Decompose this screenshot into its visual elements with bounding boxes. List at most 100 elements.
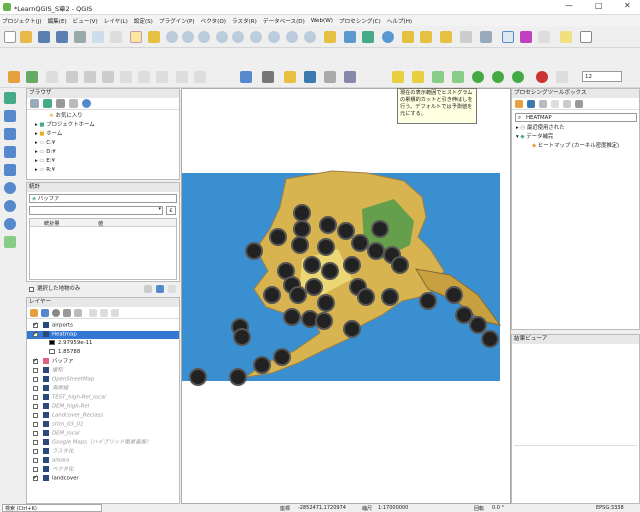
browser-item-project-home[interactable]: ▸ ■ プロジェクトホーム <box>35 122 95 129</box>
python-console-icon[interactable] <box>284 71 296 83</box>
add-vector-icon[interactable] <box>26 71 38 83</box>
collapse-all-icon[interactable] <box>69 99 78 108</box>
menu-layer[interactable]: レイヤ(L) <box>104 17 128 25</box>
snapping-icon[interactable] <box>556 71 568 83</box>
layer-item[interactable]: 海岸線 <box>27 385 179 393</box>
layer-visibility-checkbox[interactable] <box>33 422 38 427</box>
expression-button[interactable]: ε <box>166 206 176 215</box>
results-icon[interactable] <box>551 100 559 108</box>
options-icon[interactable] <box>575 100 583 108</box>
new-project-icon[interactable] <box>4 31 16 43</box>
text-annotation-icon[interactable] <box>580 31 592 43</box>
layer-visibility-checkbox[interactable] <box>33 386 38 391</box>
copy-features-icon[interactable] <box>138 71 150 83</box>
coordinate-value[interactable]: -2852471,1720974 <box>298 505 346 511</box>
layer-visibility-checkbox[interactable] <box>33 467 38 472</box>
selected-only-checkbox[interactable] <box>29 287 34 292</box>
menu-edit[interactable]: 編集(E) <box>48 17 67 25</box>
layer-visibility-checkbox[interactable] <box>33 368 38 373</box>
histogram-stretch-icon[interactable] <box>392 71 404 83</box>
add-wms-icon[interactable] <box>4 182 16 194</box>
add-wfs-icon[interactable] <box>4 200 16 212</box>
plugin-green2-icon[interactable] <box>492 71 504 83</box>
map-canvas[interactable] <box>181 88 511 504</box>
menu-project[interactable]: プロジェクト(J) <box>2 17 42 25</box>
undo-icon[interactable] <box>176 71 188 83</box>
zoom-spinbox[interactable]: 12 <box>582 71 622 82</box>
raster-calculator-icon[interactable] <box>324 71 336 83</box>
layer-item[interactable]: srtm_03_01 <box>27 421 179 429</box>
add-spatialite-icon[interactable] <box>4 146 16 158</box>
add-delimited-icon[interactable] <box>4 128 16 140</box>
layer-visibility-checkbox[interactable] <box>33 377 38 382</box>
browser-item-d[interactable]: ▸ ▭ D:¥ <box>35 149 56 156</box>
processing-toolbox-icon[interactable] <box>502 31 514 43</box>
layer-visibility-checkbox[interactable] <box>33 431 38 436</box>
redo-icon[interactable] <box>194 71 206 83</box>
epsg-label[interactable]: EPSG:3338 <box>596 505 624 511</box>
add-point-icon[interactable] <box>66 71 78 83</box>
add-postgis-icon[interactable] <box>4 164 16 176</box>
browser-item-c[interactable]: ▸ ▭ C:¥ <box>35 140 55 147</box>
zoom-native-icon[interactable] <box>268 31 280 43</box>
zoom-next-icon[interactable] <box>304 31 316 43</box>
layer-visibility-checkbox[interactable] <box>33 413 38 418</box>
add-layer-icon[interactable] <box>4 92 16 104</box>
processing-search-input[interactable]: ⌕ HEATMAP <box>515 113 637 122</box>
menu-processing[interactable]: プロセシング(C) <box>339 17 381 25</box>
menu-raster[interactable]: ラスタ(R) <box>232 17 257 25</box>
georeferencer-icon[interactable] <box>262 71 274 83</box>
layer-item[interactable]: ラスタ化 <box>27 448 179 456</box>
python-plugin-icon[interactable] <box>304 71 316 83</box>
plugin-green3-icon[interactable] <box>512 71 524 83</box>
legend-item[interactable]: 1.85788 <box>27 349 179 356</box>
save-as-icon[interactable] <box>56 31 68 43</box>
cut-features-icon[interactable] <box>120 71 132 83</box>
layer-item[interactable]: landcover <box>27 474 179 483</box>
menu-plugins[interactable]: プラグイン(P) <box>159 17 195 25</box>
contrast-icon[interactable] <box>452 71 464 83</box>
field-calculator-icon[interactable] <box>480 31 492 43</box>
select-by-value-icon[interactable] <box>420 31 432 43</box>
stats-field-select[interactable]: ▾ <box>29 206 163 215</box>
layer-item[interactable]: ベクタ化 <box>27 466 179 474</box>
layer-item[interactable]: Google Maps（ハイブリッド衛星画像） <box>27 439 179 447</box>
processing-group-interpolation[interactable]: ▾ ◆ データ補完 <box>516 134 553 141</box>
statistics-summary-icon[interactable] <box>520 31 532 43</box>
browser-item-e[interactable]: ▸ ▭ E:¥ <box>35 158 55 165</box>
layer-item[interactable]: DEM_local <box>27 430 179 438</box>
local-stretch-icon[interactable] <box>412 71 424 83</box>
add-raster-icon[interactable] <box>4 110 16 122</box>
digitize-icon[interactable] <box>46 71 58 83</box>
layer-styling-icon[interactable] <box>30 309 38 317</box>
select-feature-icon[interactable] <box>402 31 414 43</box>
print-layout-icon[interactable] <box>74 31 86 43</box>
open-project-icon[interactable] <box>20 31 32 43</box>
menu-vector[interactable]: ベクタ(O) <box>201 17 226 25</box>
layer-visibility-checkbox[interactable] <box>33 449 38 454</box>
layer-visibility-checkbox[interactable] <box>33 357 38 364</box>
layer-item[interactable]: OpenStreetMap <box>27 376 179 384</box>
zoom-in-icon[interactable] <box>166 31 178 43</box>
stats-layer-select[interactable]: ◈ バッファ <box>29 194 177 203</box>
legend-item[interactable]: 2.97959e-11 <box>27 340 179 347</box>
zoom-layer-icon[interactable] <box>250 31 262 43</box>
edit-features-icon[interactable] <box>563 100 571 108</box>
save-project-icon[interactable] <box>38 31 50 43</box>
collapse-all-layers-icon[interactable] <box>100 309 108 317</box>
map-tips-icon[interactable] <box>560 31 572 43</box>
layer-item[interactable]: TEST_high-Rel_local <box>27 394 179 402</box>
minimize-button[interactable]: — <box>565 1 573 10</box>
refresh-icon[interactable] <box>362 31 374 43</box>
scripts-icon[interactable] <box>527 100 535 108</box>
layer-visibility-checkbox[interactable] <box>33 458 38 463</box>
menu-view[interactable]: ビュー(V) <box>73 17 98 25</box>
filter-icon[interactable] <box>56 99 65 108</box>
measure-icon[interactable] <box>538 31 550 43</box>
browser-item-r[interactable]: ▸ ▭ R:¥ <box>35 167 55 174</box>
layer-item[interactable]: alaska <box>27 457 179 465</box>
zoom-out-icon[interactable] <box>182 31 194 43</box>
deselect-icon[interactable] <box>440 31 452 43</box>
attribute-table-icon[interactable] <box>460 31 472 43</box>
add-group-icon[interactable] <box>41 309 49 317</box>
